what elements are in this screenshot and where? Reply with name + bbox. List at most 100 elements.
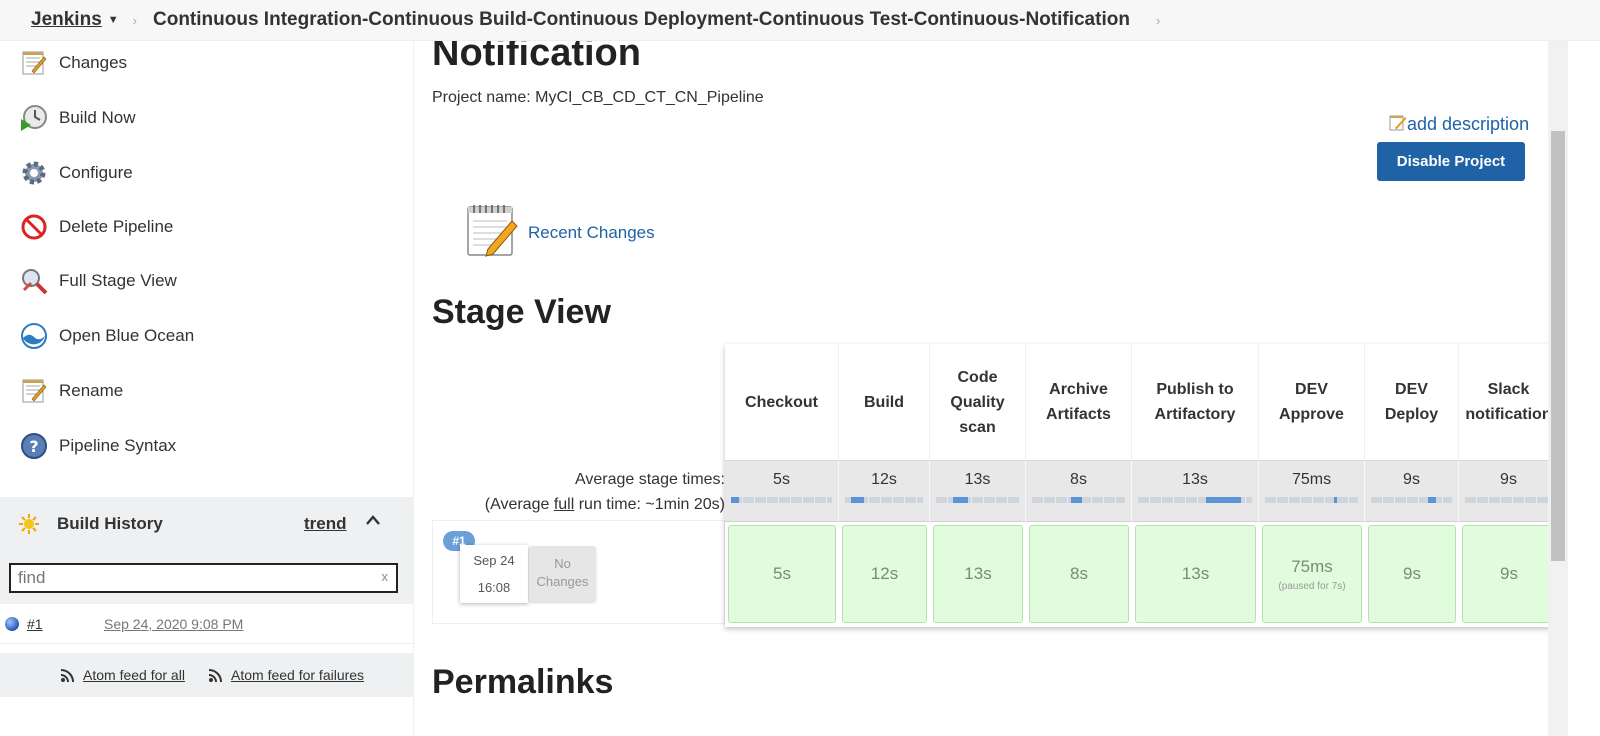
sidebar-item-label: Full Stage View [59, 271, 177, 290]
sidebar-item-label: Delete Pipeline [59, 217, 174, 236]
build-date: Sep 24 [473, 553, 515, 568]
page-title: Notification [432, 41, 641, 74]
stage-column: DEV Deploy 9s 9s [1365, 344, 1459, 627]
stage-average-time: 13s [964, 471, 991, 488]
build-time: 16:08 [477, 580, 511, 595]
chevron-right-icon[interactable]: › [1156, 13, 1160, 28]
stage-progress-bar [1465, 497, 1548, 503]
stage-cell[interactable]: 8s [1029, 525, 1129, 623]
stage-progress-bar [936, 497, 1019, 503]
stage-progress-fill [731, 497, 740, 503]
sidebar-item-delete-pipeline[interactable]: Delete Pipeline [18, 207, 173, 247]
build-history-title: Build History [57, 513, 163, 533]
stage-cell[interactable]: 9s [1462, 525, 1548, 623]
stage-name: Archive Artifacts [1046, 377, 1111, 427]
stage-cell-time: 5s [773, 564, 791, 583]
stage-name-line: Checkout [745, 393, 818, 411]
chevron-up-icon[interactable] [365, 513, 381, 531]
scrollbar-thumb[interactable] [1551, 131, 1565, 561]
stage-column: Code Quality scan 13s 13s [930, 344, 1026, 627]
full-run-link[interactable]: full [554, 496, 574, 513]
atom-feed-failures-link[interactable]: Atom feed for failures [231, 667, 364, 683]
stage-average-time: 13s [1182, 471, 1208, 488]
build-date-link[interactable]: Sep 24, 2020 9:08 PM [104, 616, 243, 632]
recent-changes[interactable]: Recent Changes [456, 201, 655, 264]
disable-project-button[interactable]: Disable Project [1377, 142, 1525, 181]
sidebar-item-open-blue-ocean[interactable]: Open Blue Ocean [18, 316, 194, 356]
stage-header: Checkout [725, 344, 839, 460]
stage-progress-fill [952, 497, 968, 503]
chevron-right-icon: › [132, 12, 137, 28]
no-changes-box: No Changes [529, 546, 596, 602]
build-filter: find x [0, 550, 413, 604]
stage-cell[interactable]: 12s [842, 525, 927, 623]
breadcrumb-jenkins-link[interactable]: Jenkins [31, 9, 102, 31]
stage-cell[interactable]: 13s [1135, 525, 1256, 623]
stage-average: 75ms [1259, 460, 1365, 522]
build-date-card[interactable]: Sep 24 16:08 [460, 545, 528, 603]
stage-cell-note: (paused for 7s) [1278, 580, 1346, 592]
svg-text:?: ? [29, 437, 38, 456]
stage-average-time: 75ms [1291, 471, 1332, 488]
stage-cell[interactable]: 13s [933, 525, 1023, 623]
sidebar-item-build-now[interactable]: Build Now [18, 98, 136, 138]
sidebar-item-rename[interactable]: Rename [18, 371, 123, 411]
stage-average: 13s [1132, 460, 1259, 522]
sidebar-item-label: Build Now [59, 108, 136, 127]
status-ball-icon [5, 617, 19, 631]
sun-icon [18, 513, 40, 540]
sidebar-item-configure[interactable]: Configure [18, 153, 133, 193]
stage-average-time: 9s [1403, 471, 1420, 488]
stage-average-time: 12s [871, 471, 897, 488]
stage-header: Code Quality scan [930, 344, 1026, 460]
help-icon: ? [18, 430, 50, 462]
stage-name-line: Artifactory [1154, 406, 1236, 423]
sidebar-item-pipeline-syntax[interactable]: ? Pipeline Syntax [18, 426, 176, 466]
sidebar-item-label: Open Blue Ocean [59, 326, 195, 345]
stage-view-title: Stage View [432, 293, 611, 331]
feeds-bar: Atom feed for all Atom feed for failures [0, 653, 413, 697]
breadcrumb-job-link[interactable]: Continuous Integration-Continuous Build-… [153, 9, 1130, 31]
no-entry-icon [18, 211, 50, 243]
stage-header: Slack notification [1459, 344, 1548, 460]
edit-icon [1389, 113, 1407, 136]
find-input-value: find [18, 568, 46, 587]
add-description-link[interactable]: add description [1389, 113, 1529, 136]
chevron-down-icon[interactable]: ▼ [108, 14, 119, 26]
stage-progress-fill [851, 497, 864, 503]
stage-average: 9s [1365, 460, 1459, 522]
stage-average: 12s [839, 460, 930, 522]
stage-name: Build [864, 390, 904, 415]
blue-ocean-icon [18, 320, 50, 352]
sidebar-item-full-stage-view[interactable]: Full Stage View [18, 261, 177, 301]
stage-name: Checkout [745, 390, 818, 415]
main-panel: Notification Project name: MyCI_CB_CD_CT… [413, 41, 1548, 736]
rss-icon [208, 669, 222, 688]
sidebar-item-changes[interactable]: Changes [18, 43, 127, 83]
stage-name-line: DEV [1395, 381, 1428, 398]
recent-changes-label: Recent Changes [528, 222, 655, 242]
stage-cell-time: 13s [964, 564, 992, 583]
stage-progress-bar [1032, 497, 1125, 503]
no-changes-line1: No [554, 556, 571, 571]
build-row: #1 Sep 24, 2020 9:08 PM [0, 604, 413, 644]
no-changes-line2: Changes [536, 574, 589, 589]
atom-feed-all-link[interactable]: Atom feed for all [83, 667, 185, 683]
clock-play-icon [18, 102, 50, 134]
stage-cell[interactable]: 75ms (paused for 7s) [1262, 525, 1362, 623]
find-input[interactable]: find x [9, 563, 398, 593]
notepad-icon [464, 201, 520, 264]
stage-header: DEV Approve [1259, 344, 1365, 460]
stage-column: Slack notification 9s 9s [1459, 344, 1548, 627]
stage-progress-bar [1138, 497, 1252, 503]
build-number-link[interactable]: #1 [27, 616, 43, 632]
permalinks-title: Permalinks [432, 663, 614, 701]
stage-name-line: scan [959, 418, 996, 436]
clear-icon[interactable]: x [382, 569, 389, 584]
notepad-icon [18, 47, 50, 79]
trend-link[interactable]: trend [304, 514, 347, 534]
stage-progress-fill [1071, 497, 1083, 503]
stage-cell[interactable]: 5s [728, 525, 836, 623]
stage-cell[interactable]: 9s [1368, 525, 1456, 623]
stage-name-line: Build [864, 393, 904, 411]
